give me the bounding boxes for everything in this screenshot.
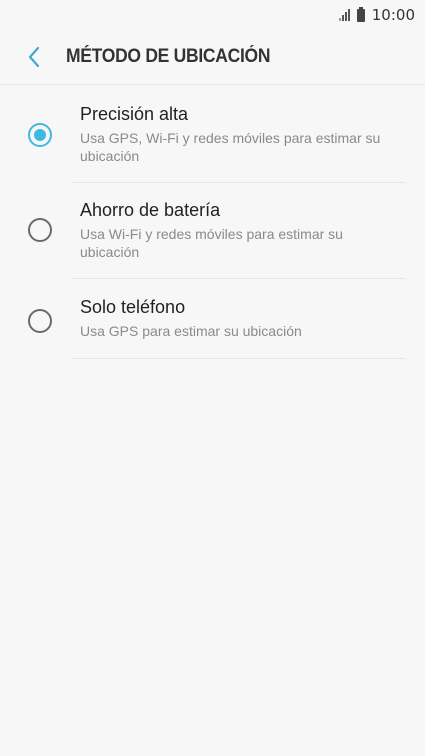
option-text: Precisión alta Usa GPS, Wi-Fi y redes mó… [80, 85, 405, 165]
option-title: Precisión alta [80, 104, 189, 124]
app-header: MÉTODO DE UBICACIÓN [0, 30, 425, 85]
option-high-accuracy[interactable]: Precisión alta Usa GPS, Wi-Fi y redes mó… [0, 85, 425, 183]
option-description: Usa GPS para estimar su ubicación [80, 323, 302, 339]
status-clock: 10:00 [371, 6, 415, 24]
back-chevron-icon [28, 46, 40, 68]
radio-button[interactable] [28, 218, 52, 242]
signal-icon [338, 9, 350, 21]
option-description: Usa GPS, Wi-Fi y redes móviles para esti… [80, 130, 381, 164]
option-title: Solo teléfono [80, 297, 186, 317]
location-method-screen: 10:00 MÉTODO DE UBICACIÓN Precisión alta… [0, 0, 425, 756]
battery-icon [356, 6, 365, 22]
option-battery-saving[interactable]: Ahorro de batería Usa Wi-Fi y redes móvi… [0, 182, 425, 279]
radio-button[interactable] [28, 309, 52, 333]
back-button[interactable] [20, 43, 48, 71]
status-bar: 10:00 [0, 0, 425, 30]
status-icons: 10:00 [338, 6, 415, 24]
divider [72, 358, 405, 359]
option-description: Usa Wi-Fi y redes móviles para estimar s… [80, 226, 343, 260]
option-device-only[interactable]: Solo teléfono Usa GPS para estimar su ub… [0, 279, 425, 359]
radio-button-selected[interactable] [28, 123, 52, 147]
option-text: Solo teléfono Usa GPS para estimar su ub… [80, 279, 405, 340]
location-method-options: Precisión alta Usa GPS, Wi-Fi y redes mó… [0, 85, 425, 359]
page-title: MÉTODO DE UBICACIÓN [66, 46, 271, 67]
option-title: Ahorro de batería [80, 200, 221, 220]
option-text: Ahorro de batería Usa Wi-Fi y redes móvi… [80, 182, 405, 261]
